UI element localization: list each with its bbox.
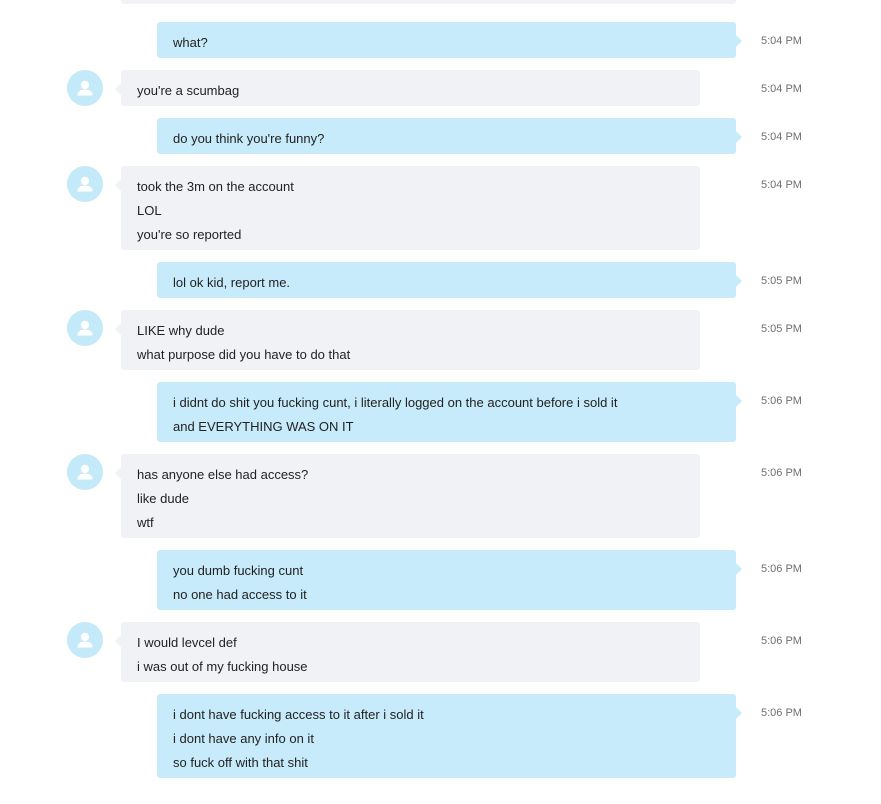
message-text-line: what? bbox=[173, 35, 208, 50]
message-timestamp: 5:06 PM bbox=[761, 635, 802, 647]
message-text-line: I would levcel def bbox=[137, 635, 237, 650]
message-text-line: you're so reported bbox=[137, 227, 242, 242]
message-timestamp: 5:06 PM bbox=[761, 707, 802, 719]
message-timestamp: 5:04 PM bbox=[761, 179, 802, 191]
message-bubble[interactable]: do you think you're funny? bbox=[157, 118, 742, 154]
message-text-line: so fuck off with that shit bbox=[173, 755, 308, 770]
message-text-line: i dont have fucking access to it after i… bbox=[173, 707, 424, 722]
message-text-line: like dude bbox=[137, 491, 190, 506]
message-bubble[interactable]: LIKE why dude what purpose did you have t… bbox=[115, 310, 700, 370]
message-text-line: LIKE why dude bbox=[137, 323, 225, 338]
message-timestamp: 5:04 PM bbox=[761, 35, 802, 47]
message-text-line: what purpose did you have to do that bbox=[137, 347, 351, 362]
message-timestamp: 5:04 PM bbox=[761, 83, 802, 95]
message-text-line: no one had access to it bbox=[173, 587, 307, 602]
message-text-line: lol ok kid, report me. bbox=[173, 275, 291, 290]
message-text-line: you dumb fucking cunt bbox=[173, 563, 304, 578]
message-text-line: LOL bbox=[137, 203, 162, 218]
chat-conversation: what? 5:04 PM you're a scumbag 5:04 PM do yo… bbox=[0, 0, 881, 804]
message-timestamp: 5:05 PM bbox=[761, 275, 802, 287]
message-bubble[interactable]: what? bbox=[157, 22, 742, 58]
message-text-line: has anyone else had access? bbox=[137, 467, 309, 482]
message-timestamp: 5:06 PM bbox=[761, 563, 802, 575]
message-bubble[interactable]: I would levcel def i was out of my fuckin… bbox=[115, 622, 700, 682]
message-text-line: i didnt do shit you fucking cunt, i lite… bbox=[173, 395, 618, 410]
user-silhouette-icon bbox=[77, 176, 93, 192]
message-bubble[interactable]: took the 3m on the account LOL you're so r… bbox=[115, 166, 700, 250]
previous-message-bubble bbox=[121, 0, 736, 4]
avatar-icon[interactable] bbox=[67, 310, 103, 346]
message-text-line: wtf bbox=[137, 515, 154, 530]
message-bubble[interactable]: i dont have fucking access to it after i… bbox=[157, 694, 742, 778]
message-bubble[interactable]: has anyone else had access? like dude wtf bbox=[115, 454, 700, 538]
message-text-line: i dont have any info on it bbox=[173, 731, 314, 746]
message-text-line: do you think you're funny? bbox=[173, 131, 325, 146]
user-silhouette-icon bbox=[77, 80, 93, 96]
avatar-icon[interactable] bbox=[67, 166, 103, 202]
user-silhouette-icon bbox=[77, 464, 93, 480]
message-timestamp: 5:05 PM bbox=[761, 323, 802, 335]
user-silhouette-icon bbox=[77, 632, 93, 648]
message-text-line: i was out of my fucking house bbox=[137, 659, 308, 674]
message-timestamp: 5:06 PM bbox=[761, 467, 802, 479]
user-silhouette-icon bbox=[77, 320, 93, 336]
message-timestamp: 5:06 PM bbox=[761, 395, 802, 407]
message-text-line: took the 3m on the account bbox=[137, 179, 294, 194]
avatar-icon[interactable] bbox=[67, 622, 103, 658]
message-bubble[interactable]: i didnt do shit you fucking cunt, i lite… bbox=[157, 382, 742, 442]
message-bubble[interactable]: you dumb fucking cunt no one had access t… bbox=[157, 550, 742, 610]
message-text-line: you're a scumbag bbox=[137, 83, 240, 98]
message-bubble[interactable]: you're a scumbag bbox=[115, 70, 700, 106]
message-bubble[interactable]: lol ok kid, report me. bbox=[157, 262, 742, 298]
message-timestamp: 5:04 PM bbox=[761, 131, 802, 143]
message-text-line: and EVERYTHING WAS ON IT bbox=[173, 419, 354, 434]
avatar-icon[interactable] bbox=[67, 454, 103, 490]
avatar-icon[interactable] bbox=[67, 70, 103, 106]
